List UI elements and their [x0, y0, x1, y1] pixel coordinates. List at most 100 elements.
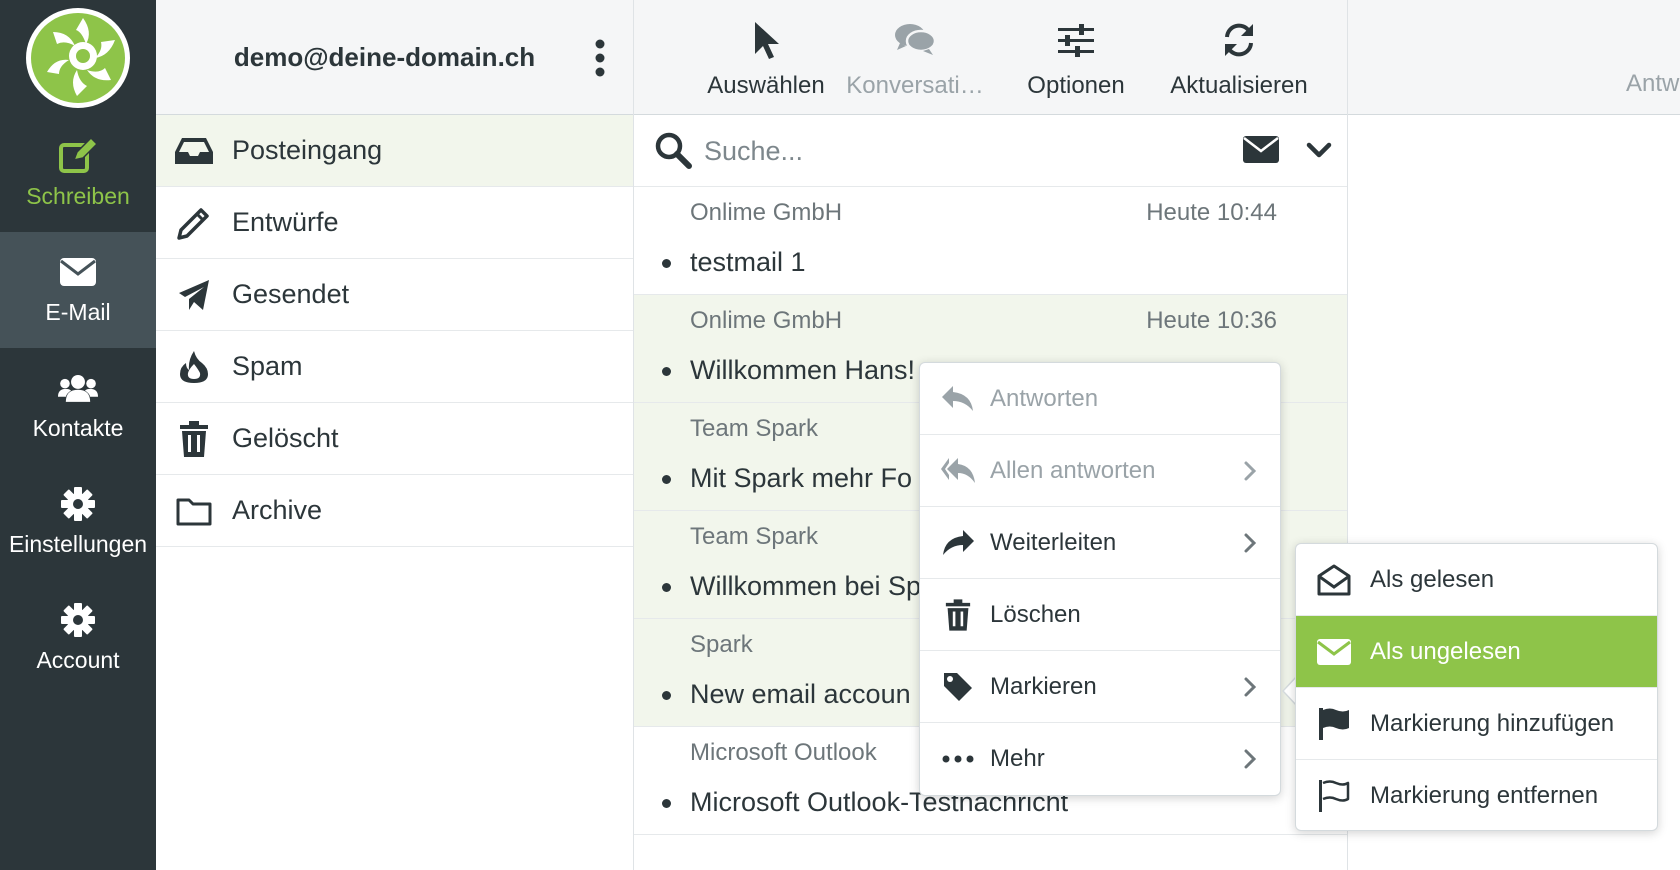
sliders-icon [1054, 18, 1098, 62]
submenu-item-mark-read[interactable]: Als gelesen [1296, 544, 1657, 616]
nav-settings-label: Einstellungen [8, 530, 148, 557]
conversations-button[interactable]: Konversati… [842, 0, 988, 115]
context-menu: Antworten Allen antworten Weiterleiten L… [919, 362, 1281, 796]
search-bar [634, 115, 1347, 187]
menu-item-delete[interactable]: Löschen [920, 579, 1280, 651]
options-label: Optionen [1027, 72, 1125, 99]
envelope-icon [1316, 634, 1352, 670]
unread-dot [662, 583, 671, 592]
flag-outline-icon [1316, 778, 1352, 814]
menu-item-mark[interactable]: Markieren [920, 651, 1280, 723]
gear-icon [58, 486, 98, 521]
chevron-right-icon [1240, 675, 1260, 699]
users-icon [58, 371, 98, 405]
pencil-icon [174, 203, 214, 243]
message-toolbar: Auswählen Konversati… Optionen Aktualisi… [634, 0, 1347, 115]
menu-item-label: Markieren [990, 672, 1097, 700]
nav-account[interactable]: Account [0, 580, 156, 696]
submenu-item-label: Markierung entfernen [1370, 782, 1599, 809]
message-sender: Team Spark [690, 415, 819, 442]
folder-label: Gelöscht [232, 423, 339, 453]
unread-dot [662, 367, 671, 376]
forward-icon [940, 525, 976, 561]
flag-icon [1316, 706, 1352, 742]
message-sender: Team Spark [690, 523, 819, 550]
envelope-open-icon [1316, 562, 1352, 598]
select-button[interactable]: Auswählen [696, 0, 836, 115]
unread-dot [662, 259, 671, 268]
nav-mail-label: E-Mail [45, 298, 111, 325]
message-subject: Willkommen bei Sp [690, 571, 922, 601]
menu-item-more[interactable]: Mehr [920, 723, 1280, 795]
trash-icon [940, 597, 976, 633]
refresh-button[interactable]: Aktualisieren [1134, 0, 1344, 115]
submenu-item-label: Als gelesen [1370, 565, 1495, 593]
options-button[interactable]: Optionen [1006, 0, 1146, 115]
folder-label: Gesendet [232, 279, 350, 309]
conversations-label: Konversati… [846, 72, 984, 99]
folder-icon [174, 491, 214, 531]
submenu-item-mark-unread[interactable]: Als ungelesen [1296, 616, 1657, 688]
message-sender: Onlime GmbH [690, 307, 843, 334]
folder-label: Entwürfe [232, 207, 339, 237]
fire-icon [174, 347, 214, 387]
menu-item-reply-all[interactable]: Allen antworten [920, 435, 1280, 507]
search-icon [654, 131, 692, 169]
nav-rail: Schreiben E-Mail Kontakte Einstellungen … [0, 0, 156, 870]
message-subject: New email accoun [690, 679, 911, 709]
folder-panel-header: demo@deine-domain.ch [156, 0, 633, 115]
message-subject: Willkommen Hans! [690, 355, 916, 385]
folder-inbox[interactable]: Posteingang [156, 115, 633, 187]
folder-archive[interactable]: Archive [156, 475, 633, 547]
chevron-right-icon [1240, 531, 1260, 555]
nav-compose-label: Schreiben [26, 182, 130, 209]
reply-all-icon [940, 453, 976, 489]
chevron-right-icon [1240, 747, 1260, 771]
folder-trash[interactable]: Gelöscht [156, 403, 633, 475]
nav-mail[interactable]: E-Mail [0, 232, 156, 348]
unread-dot [662, 691, 671, 700]
folder-drafts[interactable]: Entwürfe [156, 187, 633, 259]
submenu-item-label: Markierung hinzufügen [1370, 709, 1615, 737]
unread-dot [662, 475, 671, 484]
refresh-label: Aktualisieren [1170, 72, 1308, 99]
nav-compose[interactable]: Schreiben [0, 116, 156, 232]
menu-item-label: Allen antworten [990, 456, 1156, 484]
refresh-icon [1217, 18, 1261, 62]
mark-submenu: Als gelesen Als ungelesen Markierung hin… [1295, 543, 1658, 831]
reply-label: Antw [1626, 70, 1680, 97]
app-logo [23, 6, 133, 112]
ellipsis-icon [940, 741, 976, 777]
kebab-menu-icon[interactable] [590, 38, 610, 78]
folder-spam[interactable]: Spam [156, 331, 633, 403]
message-row[interactable]: Onlime GmbH Heute 10:44 testmail 1 [634, 187, 1347, 295]
submenu-item-add-flag[interactable]: Markierung hinzufügen [1296, 688, 1657, 760]
submenu-item-remove-flag[interactable]: Markierung entfernen [1296, 760, 1657, 832]
comments-icon [893, 18, 937, 62]
message-subject: testmail 1 [690, 247, 806, 277]
search-input[interactable] [702, 127, 1172, 175]
nav-settings[interactable]: Einstellungen [0, 464, 156, 580]
menu-item-forward[interactable]: Weiterleiten [920, 507, 1280, 579]
folder-label: Archive [232, 495, 323, 525]
message-sender: Spark [690, 631, 753, 658]
select-label: Auswählen [707, 72, 825, 99]
reply-button[interactable]: Antw [1626, 0, 1680, 114]
account-email: demo@deine-domain.ch [233, 42, 536, 72]
folder-sent[interactable]: Gesendet [156, 259, 633, 331]
submenu-item-label: Als ungelesen [1370, 637, 1521, 665]
chevron-right-icon [1240, 459, 1260, 483]
message-time: Heute 10:36 [1146, 307, 1277, 334]
envelope-filter-icon[interactable] [1242, 131, 1280, 169]
chevron-down-icon[interactable] [1306, 137, 1332, 163]
menu-item-label: Antworten [990, 384, 1099, 412]
preview-toolbar: Antw [1348, 0, 1680, 115]
folder-label: Spam [232, 351, 303, 381]
compose-icon [58, 137, 98, 173]
inbox-icon [174, 131, 214, 171]
menu-item-reply[interactable]: Antworten [920, 363, 1280, 435]
menu-item-label: Weiterleiten [990, 528, 1117, 556]
nav-contacts[interactable]: Kontakte [0, 348, 156, 464]
gear-icon [58, 602, 98, 637]
envelope-icon [58, 255, 98, 289]
